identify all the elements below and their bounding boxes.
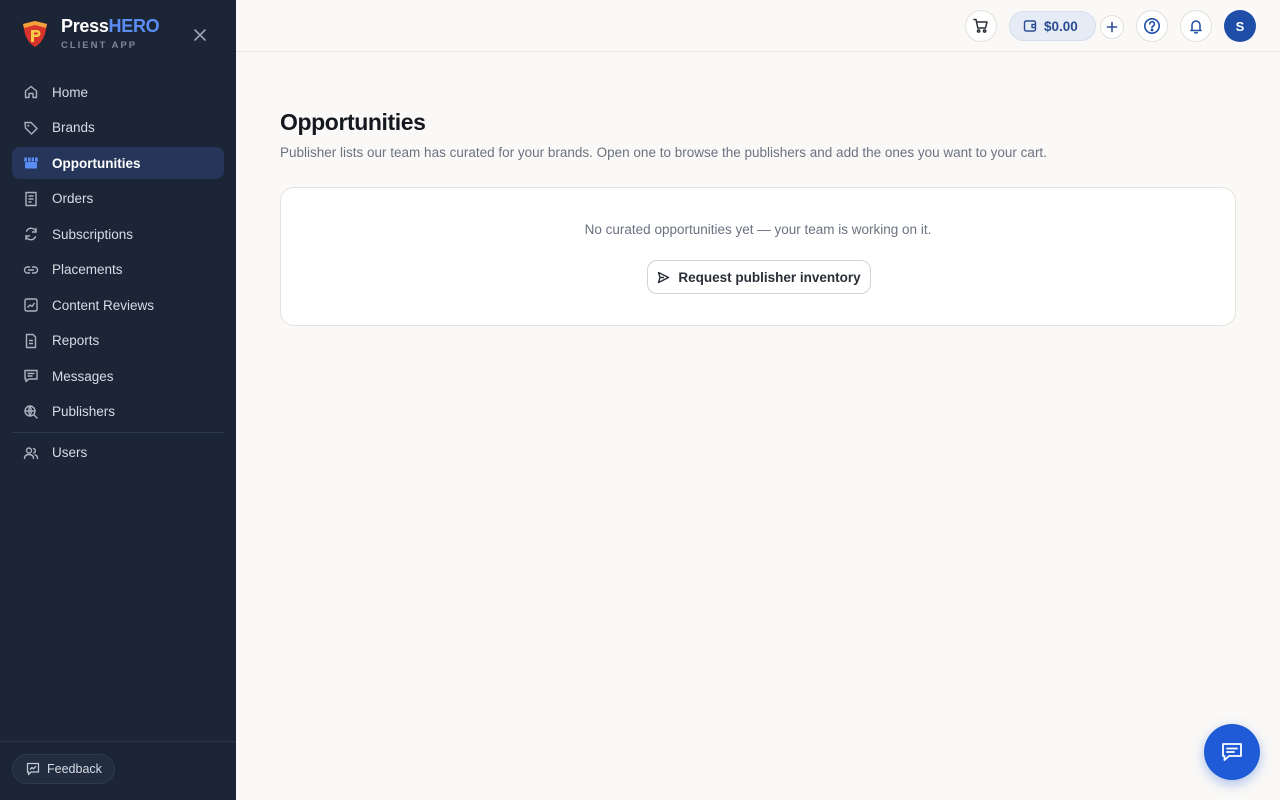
cart-icon [973, 18, 988, 33]
brand[interactable]: PressHERO CLIENT APP [20, 16, 216, 56]
sidebar-item-placements[interactable]: Placements [12, 254, 224, 286]
sidebar-item-label: Reports [52, 333, 100, 348]
empty-state-message: No curated opportunities yet — your team… [584, 222, 932, 237]
close-icon [194, 29, 206, 41]
sidebar-item-messages[interactable]: Messages [12, 360, 224, 392]
empty-state-card: No curated opportunities yet — your team… [280, 187, 1236, 326]
chat-icon [1222, 743, 1242, 761]
brand-name: PressHERO [61, 16, 160, 36]
storefront-icon [23, 155, 39, 171]
sidebar-item-publishers[interactable]: Publishers [12, 396, 224, 428]
bell-icon [1190, 20, 1202, 34]
user-avatar[interactable]: S [1224, 10, 1256, 42]
sidebar-item-users[interactable]: Users [12, 437, 224, 469]
chat-button[interactable] [1204, 724, 1260, 780]
refresh-icon [23, 226, 39, 242]
sidebar-item-subscriptions[interactable]: Subscriptions [12, 218, 224, 250]
request-button-label: Request publisher inventory [678, 269, 861, 285]
feedback-label: Feedback [47, 762, 102, 776]
sidebar-item-orders[interactable]: Orders [12, 183, 224, 215]
sidebar-item-label: Messages [52, 368, 114, 384]
plus-icon [1106, 21, 1118, 33]
close-sidebar-button[interactable] [190, 25, 210, 45]
notifications-button[interactable] [1180, 10, 1212, 42]
feedback-icon [26, 762, 40, 776]
users-icon [23, 445, 39, 461]
brand-subtitle: CLIENT APP [61, 40, 138, 51]
link-icon [23, 262, 39, 278]
sidebar-item-label: Content Reviews [52, 297, 155, 313]
sidebar-footer: Feedback [0, 741, 236, 800]
sidebar-item-label: Users [52, 445, 88, 460]
wallet-icon [1023, 20, 1037, 32]
sidebar-item-label: Subscriptions [52, 226, 134, 242]
wallet-balance-button[interactable]: $0.00 [1009, 11, 1096, 41]
receipt-icon [23, 191, 39, 207]
send-icon [658, 271, 670, 283]
page-title: Opportunities [280, 109, 426, 135]
sidebar-item-home[interactable]: Home [12, 76, 224, 108]
globe-search-icon [23, 404, 39, 420]
request-publisher-inventory-button[interactable]: Request publisher inventory [647, 260, 871, 294]
document-icon [23, 333, 39, 349]
sidebar-divider [12, 431, 224, 433]
sidebar-item-label: Publishers [52, 404, 116, 419]
tag-icon [23, 120, 39, 136]
sidebar-item-content-reviews[interactable]: Content Reviews [12, 289, 224, 321]
sidebar-item-label: Orders [52, 191, 94, 206]
sidebar-item-brands[interactable]: Brands [12, 112, 224, 144]
wallet-amount: $0.00 [1044, 18, 1078, 34]
message-icon [23, 368, 39, 384]
sidebar: PressHERO CLIENT APP Home Brands Opportu… [0, 0, 236, 800]
sidebar-item-label: Brands [52, 120, 95, 135]
help-icon [1144, 18, 1160, 34]
presshero-logo-icon [23, 21, 47, 47]
feedback-button[interactable]: Feedback [12, 754, 115, 784]
topbar: $0.00 S [236, 0, 1280, 52]
help-button[interactable] [1136, 10, 1168, 42]
cart-button[interactable] [965, 10, 997, 42]
sidebar-item-opportunities[interactable]: Opportunities [12, 147, 224, 179]
page-description: Publisher lists our team has curated for… [280, 145, 1047, 160]
sidebar-nav: Home Brands Opportunities Orders Subscri… [12, 76, 224, 472]
chart-review-icon [23, 297, 39, 313]
sidebar-item-label: Home [52, 84, 89, 100]
add-funds-button[interactable] [1100, 15, 1124, 39]
sidebar-item-reports[interactable]: Reports [12, 325, 224, 357]
home-icon [23, 84, 39, 100]
sidebar-item-label: Placements [52, 262, 123, 277]
sidebar-item-label: Opportunities [52, 155, 141, 171]
